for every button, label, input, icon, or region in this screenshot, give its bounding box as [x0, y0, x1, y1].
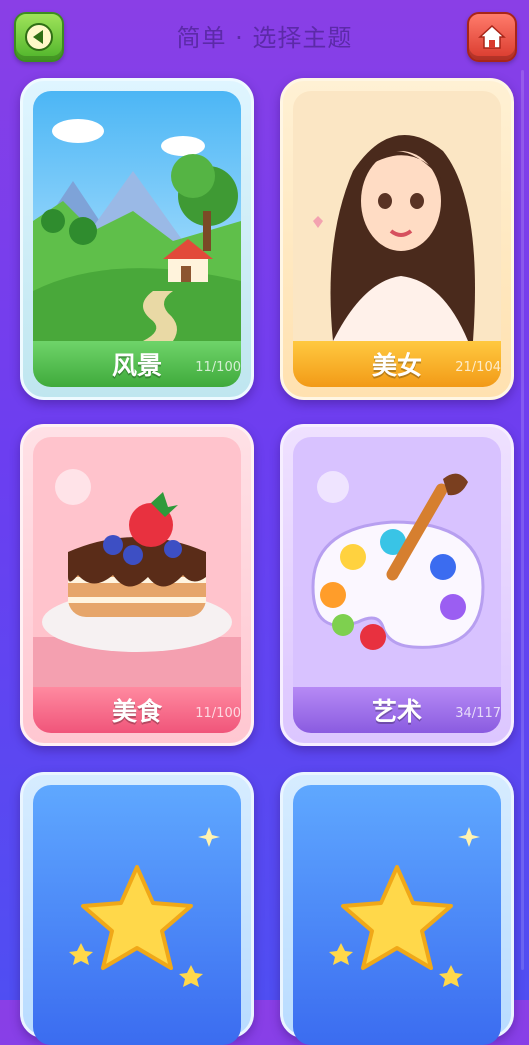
star-icon	[69, 827, 220, 987]
theme-label: 美食	[111, 697, 162, 726]
scenery-artwork	[33, 91, 241, 341]
theme-card-food[interactable]: 美食 11/100	[20, 424, 254, 746]
theme-label: 艺术	[371, 697, 422, 726]
theme-label: 美女	[371, 351, 422, 380]
page-title: 简单 · 选择主题	[176, 24, 353, 52]
art-artwork	[293, 437, 501, 687]
card-footer: 艺术 34/117	[293, 687, 501, 733]
home-button[interactable]	[467, 12, 517, 62]
home-icon	[478, 24, 506, 49]
beauty-artwork	[293, 91, 501, 341]
progress-count: 21/104	[455, 360, 501, 375]
card-footer: 美女 21/104	[293, 341, 501, 387]
top-bar: 简单 · 选择主题	[0, 0, 529, 72]
scrollbar[interactable]	[521, 70, 524, 970]
theme-card-art[interactable]: 艺术 34/117	[280, 424, 514, 746]
card-footer: 风景 11/100	[33, 341, 241, 387]
progress-count: 11/100	[195, 706, 241, 721]
theme-card-beauty[interactable]: 美女 21/104	[280, 78, 514, 400]
food-artwork	[33, 437, 241, 687]
theme-label: 风景	[111, 351, 162, 380]
theme-card-scenery[interactable]: 风景 11/100	[20, 78, 254, 400]
progress-count: 11/100	[195, 360, 241, 375]
star-icon	[329, 827, 480, 987]
theme-card-locked[interactable]	[280, 772, 514, 1045]
card-footer: 美食 11/100	[33, 687, 241, 733]
theme-card-locked[interactable]	[20, 772, 254, 1045]
progress-count: 34/117	[455, 706, 501, 721]
